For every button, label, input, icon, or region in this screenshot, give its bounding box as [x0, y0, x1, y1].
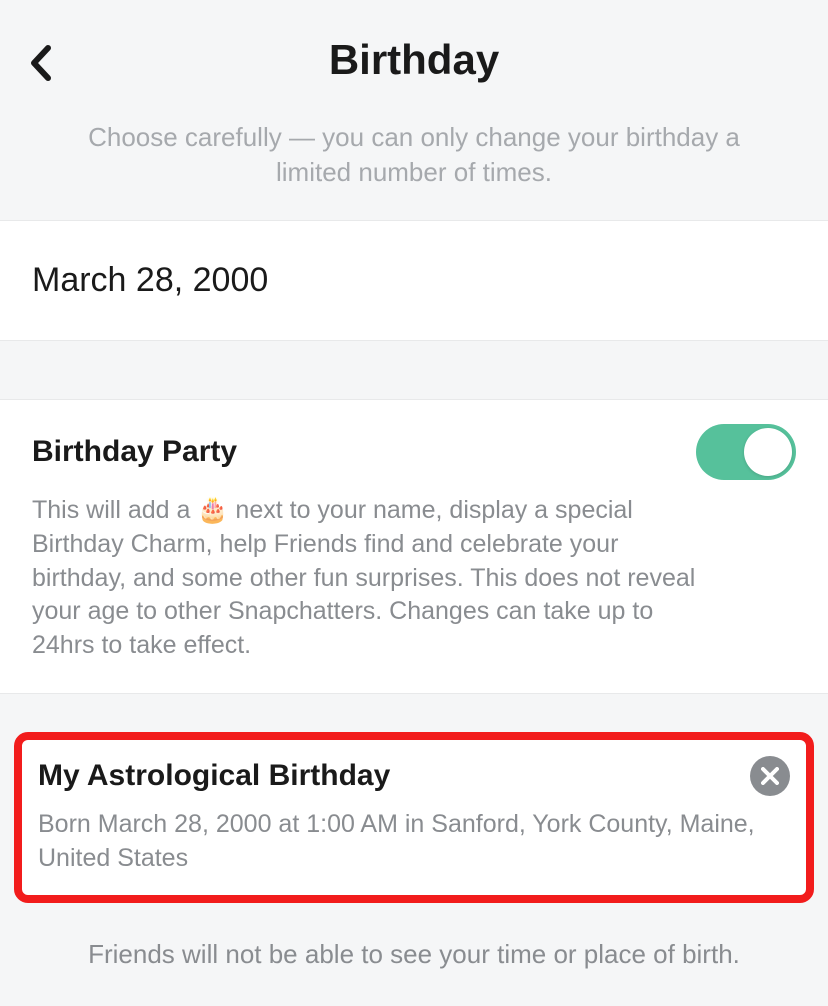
astro-title: My Astrological Birthday — [38, 759, 390, 793]
page-title: Birthday — [28, 36, 800, 84]
birthday-party-section: Birthday Party This will add a 🎂 next to… — [0, 399, 828, 694]
close-icon[interactable] — [750, 756, 790, 796]
astrological-birthday-highlight: My Astrological Birthday Born March 28, … — [14, 732, 814, 904]
astro-header: My Astrological Birthday — [38, 756, 790, 796]
birthday-party-toggle[interactable] — [696, 424, 796, 480]
astrological-birthday-section[interactable]: My Astrological Birthday Born March 28, … — [22, 740, 806, 896]
toggle-knob — [744, 428, 792, 476]
party-header: Birthday Party — [32, 424, 796, 480]
header: Birthday — [0, 0, 828, 108]
footer-note: Friends will not be able to see your tim… — [0, 903, 828, 1006]
party-title: Birthday Party — [32, 435, 237, 469]
subtitle: Choose carefully — you can only change y… — [0, 108, 828, 220]
birthday-section[interactable]: March 28, 2000 — [0, 220, 828, 341]
birthday-value: March 28, 2000 — [0, 221, 828, 340]
back-icon[interactable] — [28, 44, 54, 87]
party-description: This will add a 🎂 next to your name, dis… — [32, 494, 712, 663]
astro-description: Born March 28, 2000 at 1:00 AM in Sanfor… — [38, 808, 790, 876]
